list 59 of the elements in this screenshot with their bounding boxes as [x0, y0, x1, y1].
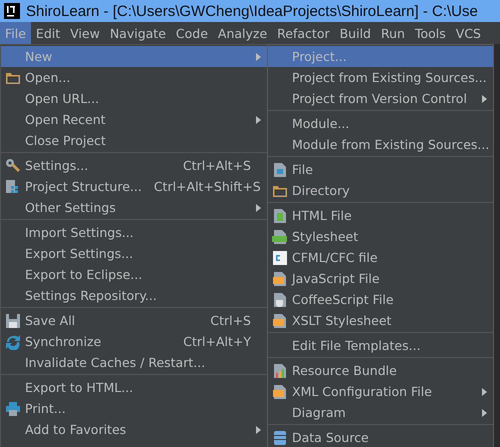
- app-logo-icon: [4, 3, 20, 19]
- menu-item[interactable]: HTML File: [268, 205, 493, 226]
- xml-file-icon: [272, 384, 288, 400]
- menu-item[interactable]: Diagram: [268, 402, 493, 423]
- menu-item[interactable]: JavaScript File: [268, 268, 493, 289]
- menu-item[interactable]: XML Configuration File: [268, 381, 493, 402]
- menu-item[interactable]: Module from Existing Sources...: [268, 134, 493, 155]
- menu-item[interactable]: Open URL...: [1, 88, 267, 109]
- cf-file-icon: [272, 250, 288, 266]
- menu-item[interactable]: Edit File Templates...: [268, 335, 493, 356]
- css-file-icon: [272, 228, 288, 244]
- menu-item[interactable]: Settings Repository...: [1, 285, 267, 306]
- menu-item[interactable]: Save All Ctrl+S: [1, 310, 267, 331]
- menu-item[interactable]: Invalidate Caches / Restart...: [1, 352, 267, 373]
- xslt-file-icon: [272, 312, 288, 328]
- menu-item[interactable]: Export Settings...: [1, 243, 267, 264]
- menu-item[interactable]: Project from Version Control: [268, 88, 493, 109]
- menu-bar-item[interactable]: Navigate: [104, 22, 171, 44]
- menu-bar-item[interactable]: Refactor: [272, 22, 335, 44]
- grid-icon: [5, 178, 21, 194]
- menu-bar-item[interactable]: VCS: [450, 22, 486, 44]
- menu-item[interactable]: XSLT Stylesheet: [268, 310, 493, 331]
- js-file-icon: [272, 270, 288, 286]
- menu-item[interactable]: Print...: [1, 398, 267, 419]
- wrench-icon: [5, 158, 21, 174]
- menu-bar-item[interactable]: Run: [376, 22, 410, 44]
- menu-item[interactable]: Add to Favorites: [1, 419, 267, 440]
- menu-item[interactable]: Import Settings...: [1, 222, 267, 243]
- menu-bar-item[interactable]: Tools: [410, 22, 451, 44]
- file-icon: [272, 162, 288, 178]
- menu-item[interactable]: CFML/CFC file: [268, 247, 493, 268]
- menu-bar-item[interactable]: View: [65, 22, 105, 44]
- menu-item[interactable]: Export to Eclipse...: [1, 264, 267, 285]
- html-file-icon: [272, 208, 288, 224]
- menu-item[interactable]: Synchronize Ctrl+Alt+Y: [1, 331, 267, 352]
- menu-item[interactable]: Close Project: [1, 130, 267, 151]
- coffee-cup-icon: [272, 292, 288, 308]
- bar-chart-file-icon: [272, 362, 288, 378]
- menu-item[interactable]: Resource Bundle: [268, 360, 493, 381]
- menu-item[interactable]: Project Structure... Ctrl+Alt+Shift+S: [1, 176, 267, 197]
- menu-bar-item[interactable]: Edit: [30, 22, 66, 44]
- sync-icon: [5, 334, 21, 350]
- menu-item[interactable]: Export to HTML...: [1, 377, 267, 398]
- menu-bar-item[interactable]: Build: [334, 22, 376, 44]
- menu-item[interactable]: Open Recent: [1, 109, 267, 130]
- window-title: ShiroLearn - [C:\Users\GWCheng\IdeaProjects\ShiroLearn] - C:\Use: [26, 2, 478, 20]
- menu-item[interactable]: Module...: [268, 113, 493, 134]
- menu-item[interactable]: Directory: [268, 180, 493, 201]
- menu-bar-item[interactable]: Code: [170, 22, 213, 44]
- menu-item[interactable]: File: [268, 159, 493, 180]
- menu-item[interactable]: Project from Existing Sources...: [268, 67, 493, 88]
- menu-bar-item[interactable]: Analyze: [212, 22, 272, 44]
- menu-item[interactable]: Stylesheet: [268, 226, 493, 247]
- menu-item[interactable]: CoffeeScript File: [268, 289, 493, 310]
- printer-icon: [5, 400, 21, 416]
- menu-item[interactable]: Other Settings: [1, 197, 267, 218]
- menu-item[interactable]: Data Source: [268, 427, 493, 447]
- menu-item[interactable]: Settings... Ctrl+Alt+S: [1, 155, 267, 176]
- menu-item[interactable]: Open...: [1, 67, 267, 88]
